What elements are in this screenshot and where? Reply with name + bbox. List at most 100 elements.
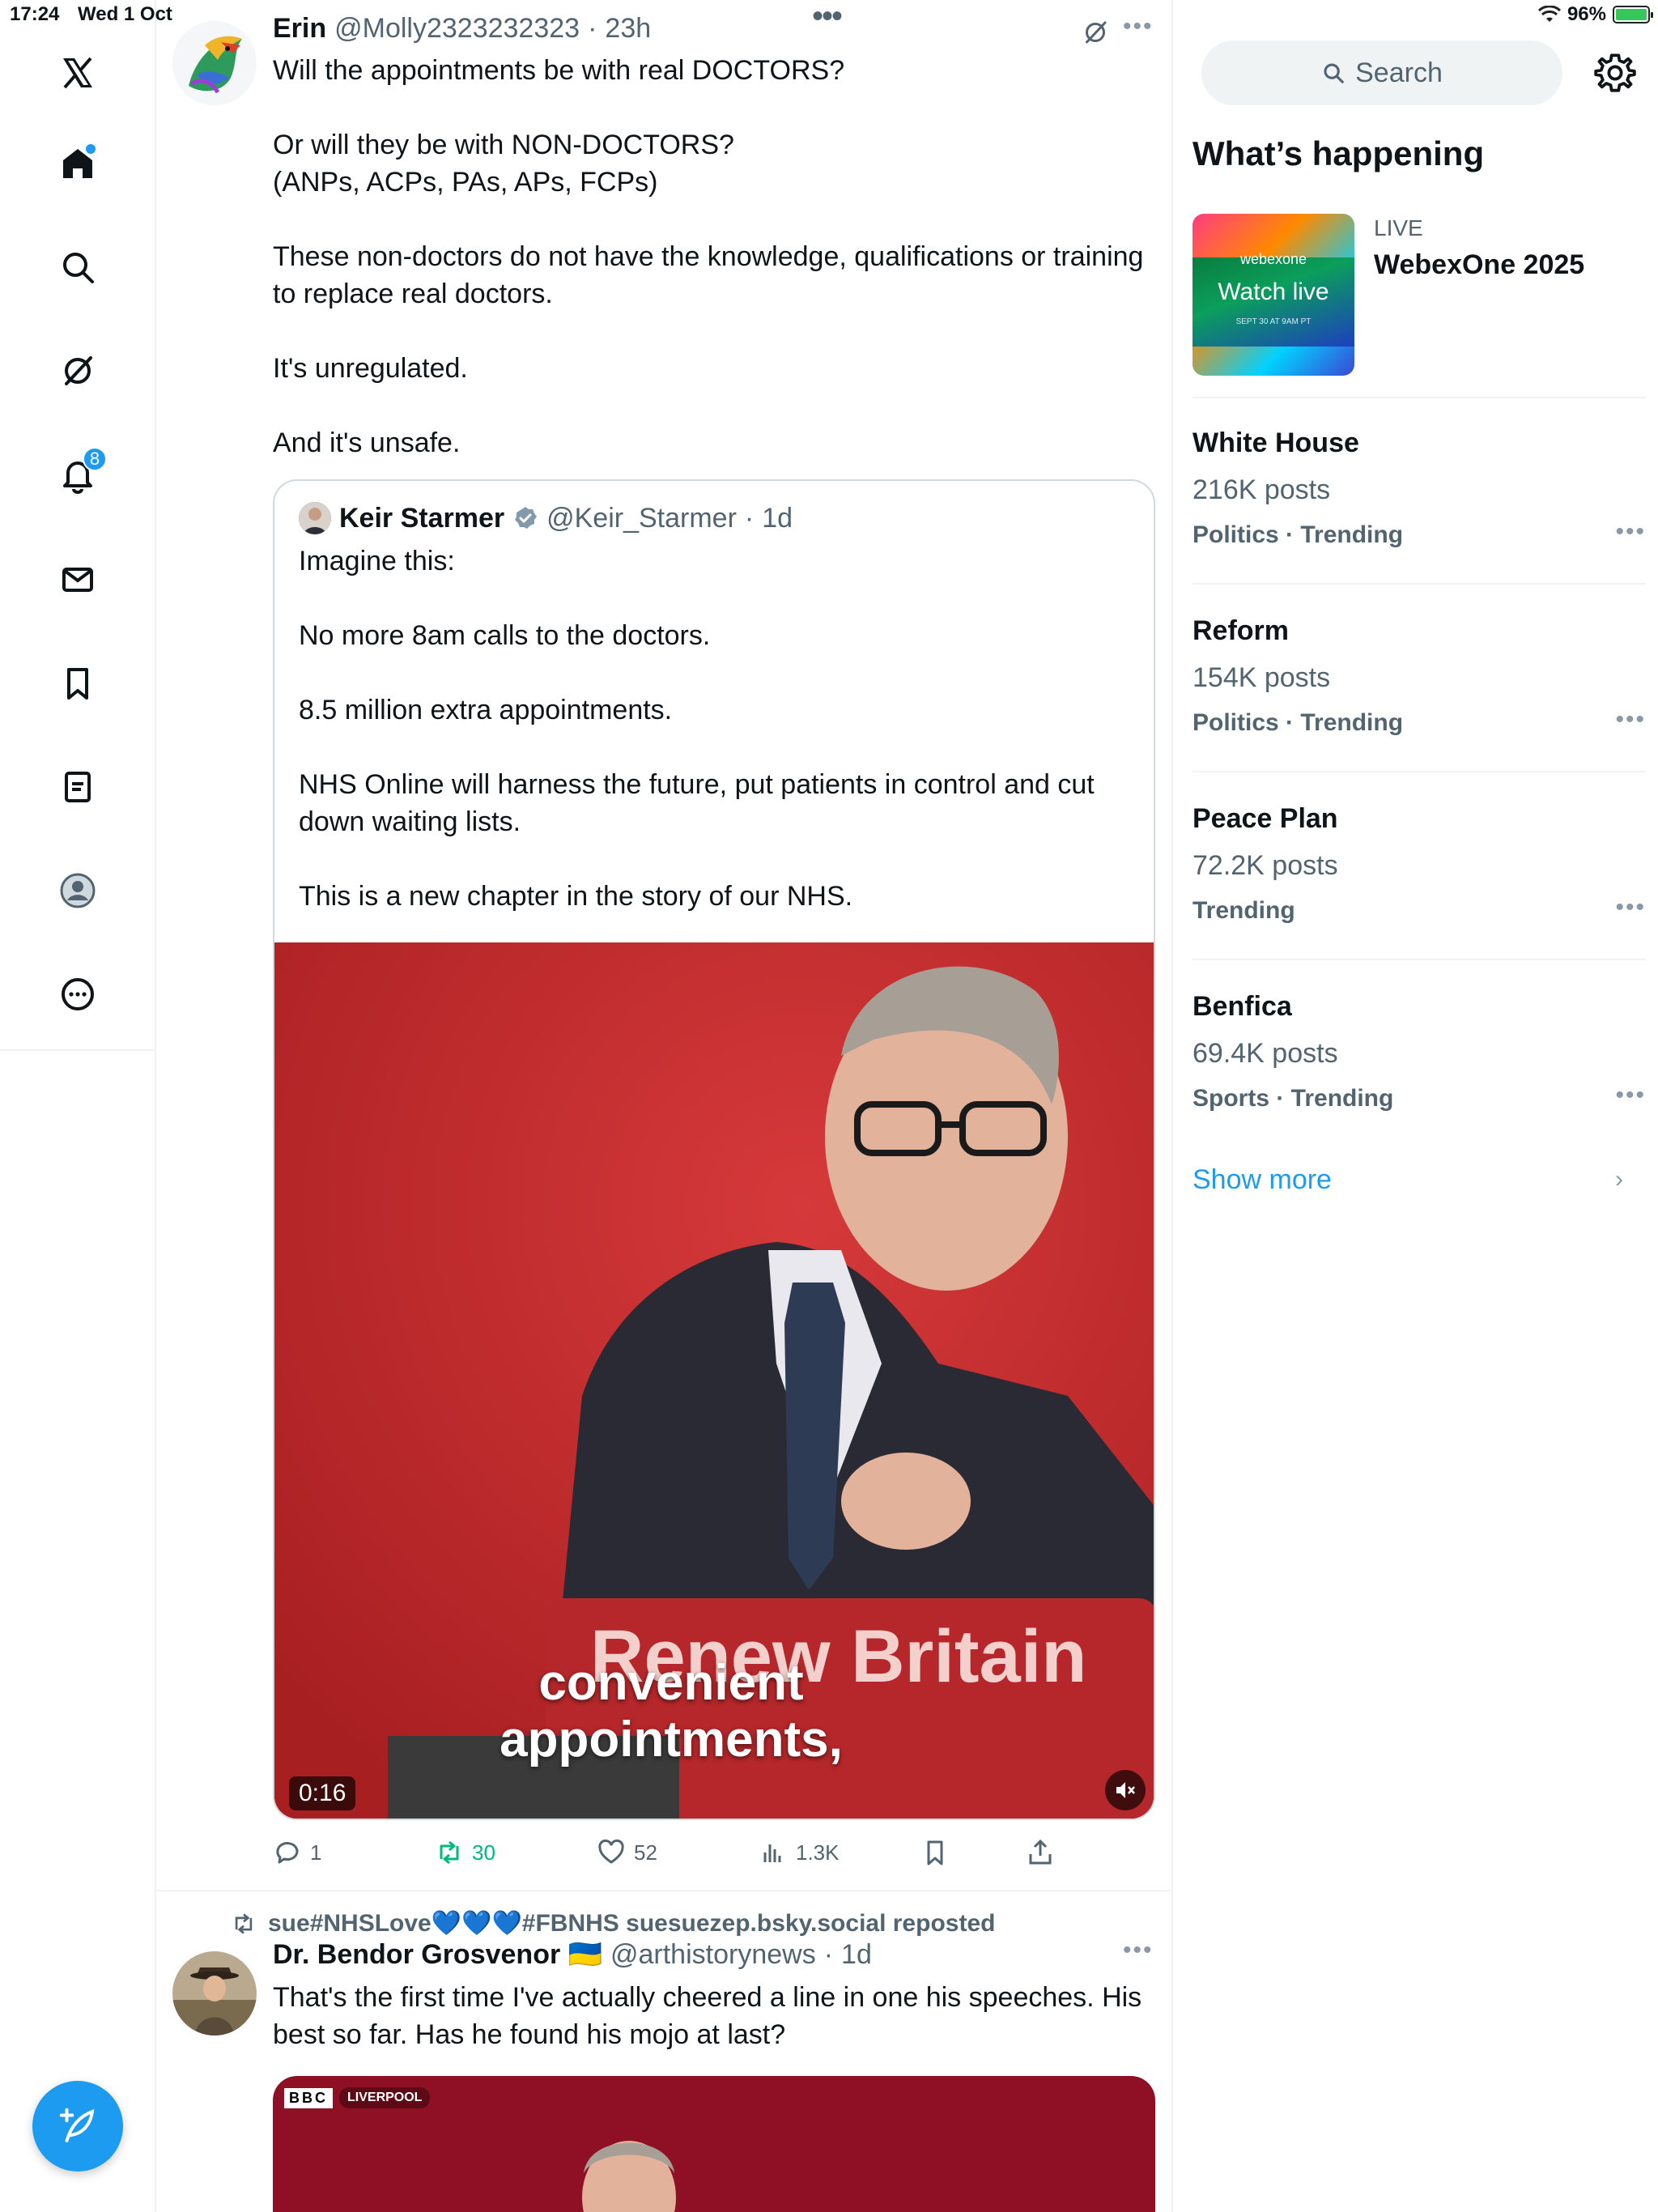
trend-more-icon[interactable]: ••• xyxy=(1615,894,1646,921)
home-badge-dot xyxy=(86,144,96,154)
post[interactable]: Erin @Molly2323232323 · 23h ••• Will the… xyxy=(156,0,1171,1890)
trend-more-icon[interactable]: ••• xyxy=(1615,1082,1646,1109)
bookmark-icon xyxy=(67,668,88,700)
nav-lists[interactable] xyxy=(49,758,107,816)
bbc-logo: BBC xyxy=(284,2087,333,2108)
nav-messages[interactable] xyxy=(49,551,107,609)
quote-avatar[interactable] xyxy=(299,502,331,534)
quoted-post[interactable]: Keir Starmer @Keir_Starmer · 1d Imagine … xyxy=(273,479,1155,1820)
trend-count: 216K posts xyxy=(1192,474,1331,505)
quote-text-line xyxy=(299,729,1133,766)
author-name[interactable]: Dr. Bendor Grosvenor 🇺🇦 xyxy=(273,1938,602,1971)
trend-count: 72.2K posts xyxy=(1192,850,1338,881)
media-figure xyxy=(582,2141,676,2212)
avatar[interactable] xyxy=(172,21,257,105)
quote-text-line: NHS Online will harness the future, put … xyxy=(299,769,1095,837)
whats-happening-title: What’s happening xyxy=(1192,134,1485,172)
list-icon xyxy=(65,772,91,802)
reply-button[interactable]: 1 xyxy=(273,1838,321,1867)
quote-text-line: Imagine this: xyxy=(299,546,455,576)
trend-name: Peace Plan xyxy=(1192,803,1338,834)
mute-button[interactable] xyxy=(1105,1770,1146,1810)
quote-author-name[interactable]: Keir Starmer xyxy=(339,503,504,534)
status-time: 17:24 xyxy=(10,3,60,25)
status-date: Wed 1 Oct xyxy=(78,3,172,25)
post-text-line: And it's unsafe. xyxy=(273,428,461,458)
post-text: Will the appointments be with real DOCTO… xyxy=(273,52,1147,462)
nav-more[interactable] xyxy=(49,965,107,1023)
post-text-line: It's unregulated. xyxy=(273,353,468,384)
post-text-line xyxy=(273,201,1147,238)
like-count: 52 xyxy=(634,1840,657,1865)
chevron-right-icon[interactable]: › xyxy=(1615,1166,1623,1193)
quote-text: Imagine this: No more 8am calls to the d… xyxy=(299,542,1133,915)
grok-icon xyxy=(65,356,92,385)
share-button[interactable] xyxy=(1026,1838,1055,1867)
avatar[interactable] xyxy=(172,1951,257,2035)
mail-icon xyxy=(62,568,93,592)
trend-category: Trending xyxy=(1192,897,1295,924)
nav-explore[interactable] xyxy=(49,238,107,296)
trend-divider xyxy=(1192,959,1646,960)
nav-notifications[interactable]: 8 xyxy=(49,445,107,504)
wifi-icon xyxy=(1537,6,1561,22)
trend-divider xyxy=(1192,583,1646,585)
repost-button[interactable]: 30 xyxy=(435,1838,495,1867)
promo-brand: webexone xyxy=(1239,251,1307,267)
more-options-icon[interactable]: ••• xyxy=(1123,1937,1154,1964)
caption-line-2: appointments, xyxy=(500,1712,843,1767)
trend-more-icon[interactable]: ••• xyxy=(1615,518,1646,546)
views-button[interactable]: 1.3K xyxy=(759,1838,840,1867)
heart-icon xyxy=(598,1839,624,1864)
trend-divider xyxy=(1192,771,1646,772)
share-icon xyxy=(1029,1839,1052,1865)
nav-home[interactable] xyxy=(49,134,107,193)
post-text-line: (ANPs, ACPs, PAs, APs, FCPs) xyxy=(273,167,658,198)
search-input[interactable]: Search xyxy=(1201,40,1562,105)
quote-text-line xyxy=(299,580,1133,617)
quote-text-line xyxy=(299,840,1133,878)
trend-divider xyxy=(1192,397,1646,398)
compose-button[interactable] xyxy=(32,2081,123,2172)
settings-gear-icon[interactable] xyxy=(1594,52,1636,94)
show-more-link[interactable]: Show more xyxy=(1192,1164,1332,1196)
nav-grok[interactable] xyxy=(49,342,107,400)
nav-profile[interactable] xyxy=(49,861,107,920)
views-count: 1.3K xyxy=(796,1840,840,1865)
trend-item[interactable]: Peace Plan 72.2K posts Trending ••• xyxy=(1192,803,1646,949)
promo-title[interactable]: WebexOne 2025 xyxy=(1374,249,1584,281)
promo-cta: Watch live xyxy=(1218,279,1329,305)
trend-count: 154K posts xyxy=(1192,662,1331,693)
trend-item[interactable]: Reform 154K posts Politics · Trending ••… xyxy=(1192,615,1646,761)
bookmark-icon xyxy=(927,1840,943,1865)
quote-text-line: 8.5 million extra appointments. xyxy=(299,695,673,725)
quote-text-line: No more 8am calls to the doctors. xyxy=(299,620,711,651)
post-header: Dr. Bendor Grosvenor 🇺🇦 @arthistorynews … xyxy=(273,1938,872,1971)
trend-item[interactable]: Benfica 69.4K posts Sports · Trending ••… xyxy=(1192,991,1646,1137)
post-text-line: Or will they be with NON-DOCTORS? xyxy=(273,130,734,160)
live-promo[interactable]: webexone Watch live SEPT 30 AT 9AM PT LI… xyxy=(1192,214,1646,376)
repost-icon xyxy=(235,1912,253,1934)
trend-more-icon[interactable]: ••• xyxy=(1615,706,1646,734)
repost-by-text[interactable]: sue#NHSLove💙💙💙#FBNHS suesuezep.bsky.soci… xyxy=(268,1909,995,1938)
trend-name: White House xyxy=(1192,428,1359,458)
post[interactable]: sue#NHSLove💙💙💙#FBNHS suesuezep.bsky.soci… xyxy=(156,1891,1171,2212)
x-logo-icon[interactable] xyxy=(49,44,107,102)
author-handle[interactable]: @arthistorynews xyxy=(610,1939,816,1971)
reply-icon xyxy=(276,1842,299,1864)
video-player[interactable]: Renew Britain convenient appointments, 0… xyxy=(274,942,1154,1819)
separator-dot: · xyxy=(823,1939,834,1970)
like-button[interactable]: 52 xyxy=(597,1838,657,1867)
more-circle-icon xyxy=(62,978,94,1010)
quote-author-handle[interactable]: @Keir_Starmer xyxy=(546,503,737,534)
trend-item[interactable]: White House 216K posts Politics · Trendi… xyxy=(1192,428,1646,573)
nav-bookmarks[interactable] xyxy=(49,654,107,713)
quote-header: Keir Starmer @Keir_Starmer · 1d xyxy=(299,502,793,534)
quote-text-line: This is a new chapter in the story of ou… xyxy=(299,881,853,912)
bookmark-button[interactable] xyxy=(920,1838,950,1867)
post-time[interactable]: 1d xyxy=(841,1939,872,1971)
media-preview[interactable]: BBC LIVERPOOL xyxy=(273,2076,1155,2212)
timeline: ••• Erin @Molly2323232323 · 23h ••• Will… xyxy=(156,0,1173,2212)
reply-count: 1 xyxy=(310,1840,322,1865)
quote-time: 1d xyxy=(762,502,793,534)
